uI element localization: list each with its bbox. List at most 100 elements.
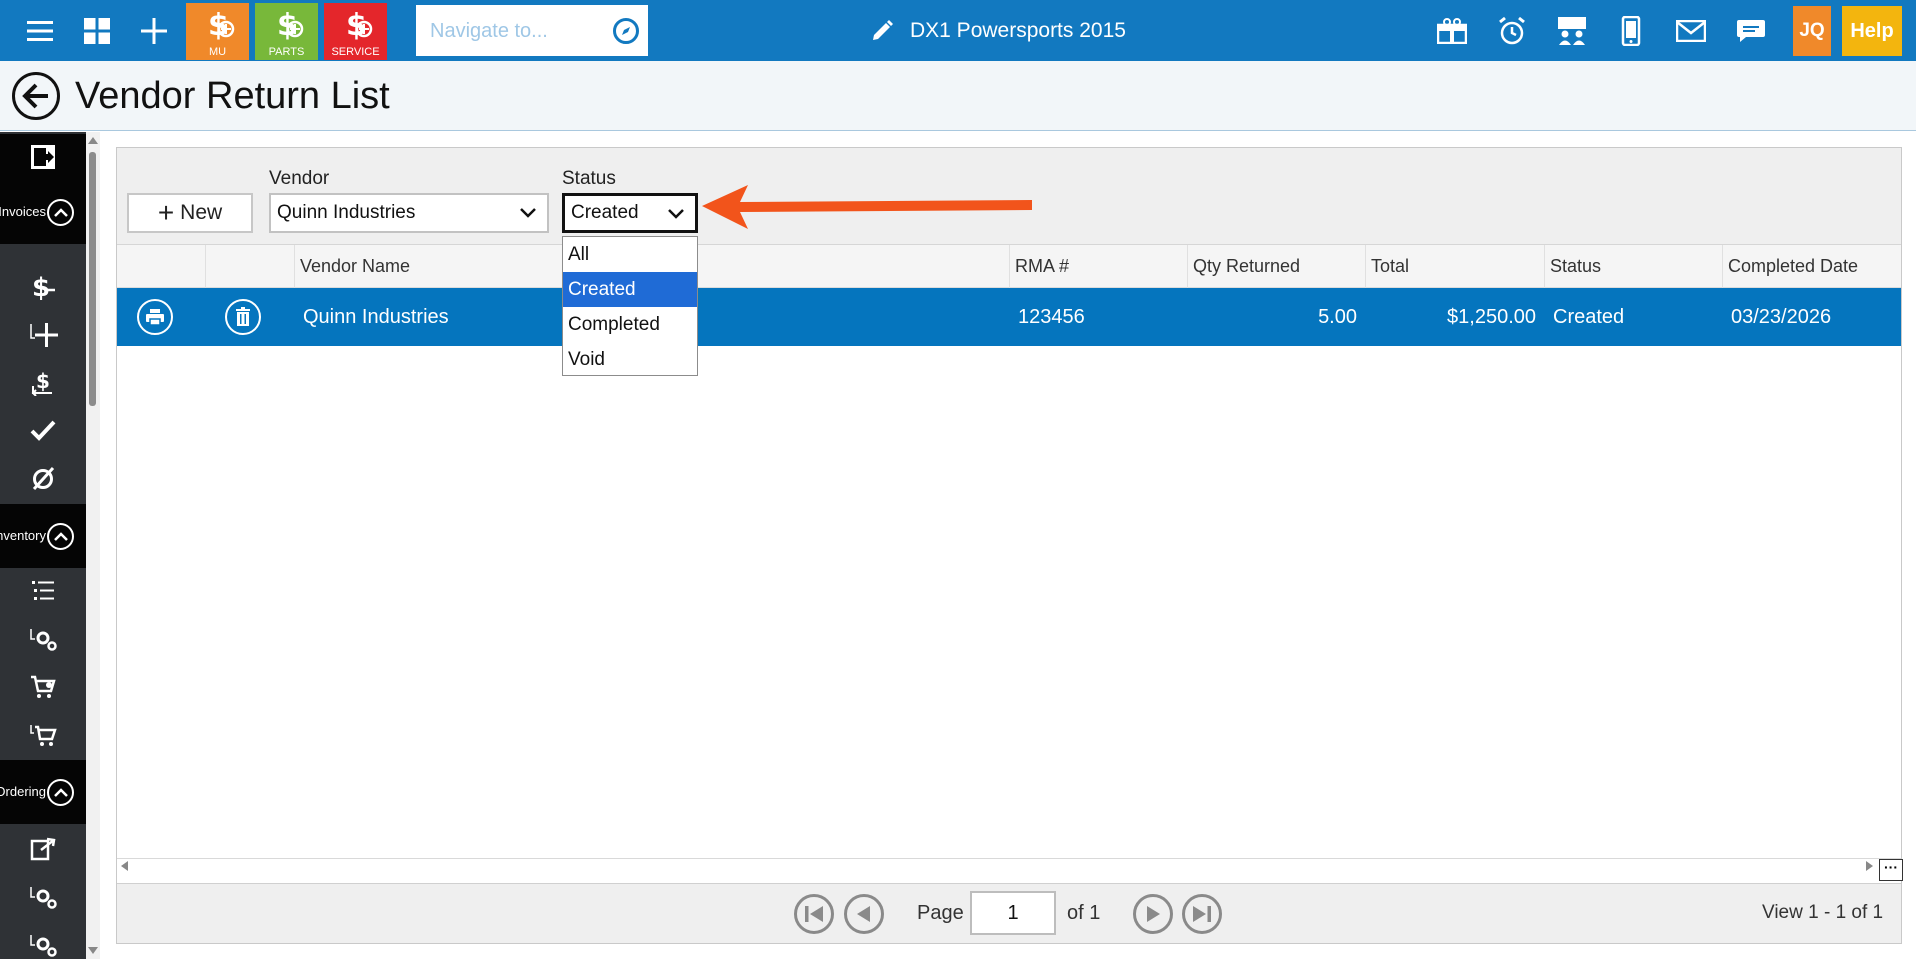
filter-bar: + New Vendor Quinn Industries Status Cre… <box>117 148 1901 245</box>
chat-icon[interactable] <box>1723 0 1779 61</box>
status-option-completed[interactable]: Completed <box>563 307 697 342</box>
column-header-delete <box>205 245 294 288</box>
mail-icon[interactable] <box>1663 0 1719 61</box>
vendor-select[interactable]: Quinn Industries <box>269 193 549 233</box>
column-header-qty-returned[interactable]: Qty Returned <box>1187 245 1365 288</box>
horizontal-scrollbar[interactable] <box>117 858 1901 873</box>
page-of-label: of 1 <box>1067 902 1101 924</box>
dollar-add-icon: $ <box>346 8 373 43</box>
quick-parts-button[interactable]: $ PARTS <box>255 3 318 60</box>
chevron-down-icon <box>668 209 684 219</box>
page-label: Page <box>917 902 964 924</box>
navigate-box <box>414 3 650 58</box>
column-header-rma[interactable]: RMA # <box>1009 245 1187 288</box>
next-page-icon <box>1147 906 1160 922</box>
quick-service-label: SERVICE <box>331 46 380 58</box>
chevron-up-icon <box>47 523 74 550</box>
plus-icon: + <box>157 197 175 228</box>
column-header-print <box>117 245 205 288</box>
new-button-label: New <box>180 201 223 224</box>
dealer-title[interactable]: DX1 Powersports 2015 <box>870 16 1126 46</box>
sidebar-inventory-cart-settings-icon[interactable] <box>0 712 86 758</box>
presentation-users-icon[interactable] <box>1544 0 1600 61</box>
vendor-return-panel: + New Vendor Quinn Industries Status Cre… <box>116 147 1903 944</box>
status-option-void[interactable]: Void <box>563 342 697 377</box>
scroll-right-arrow-icon[interactable] <box>1866 861 1873 871</box>
cell-total: $1,250.00 <box>1447 306 1536 328</box>
sidebar-exit-icon[interactable] <box>0 134 86 180</box>
status-select[interactable]: Created <box>562 193 698 233</box>
help-label: Help <box>1850 19 1894 42</box>
first-page-icon <box>805 906 823 922</box>
sidebar-complete-check-icon[interactable] <box>0 407 86 453</box>
trash-icon[interactable] <box>225 299 261 335</box>
sidebar-section-ordering[interactable]: Ordering <box>0 760 86 824</box>
column-header-completed-date[interactable]: Completed Date <box>1722 245 1901 288</box>
status-select-value: Created <box>571 202 639 223</box>
quick-mu-button[interactable]: $ MU <box>186 3 249 60</box>
print-icon[interactable] <box>137 299 173 335</box>
previous-page-icon <box>857 906 870 922</box>
sidebar-section-label: Ordering <box>0 784 46 799</box>
sidebar-ordering-export-icon[interactable] <box>0 826 86 872</box>
next-page-button[interactable] <box>1133 894 1173 934</box>
alarm-clock-icon[interactable] <box>1484 0 1540 61</box>
new-button[interactable]: + New <box>127 193 253 233</box>
sidebar-invoice-return-icon[interactable]: $ <box>0 359 86 405</box>
scroll-up-arrow-icon[interactable] <box>88 137 98 144</box>
sidebar: Invoices $ $ Inventory Ordering <box>0 132 86 959</box>
quick-mu-label: MU <box>208 46 227 58</box>
sidebar-section-inventory[interactable]: Inventory <box>0 504 86 568</box>
mobile-phone-icon[interactable] <box>1603 0 1659 61</box>
status-option-all[interactable]: All <box>563 237 697 272</box>
compass-icon[interactable] <box>612 17 640 45</box>
svg-text:$: $ <box>32 273 50 300</box>
sidebar-add-invoice-icon[interactable] <box>0 311 86 357</box>
gift-icon[interactable] <box>1424 0 1480 61</box>
column-header-total[interactable]: Total <box>1365 245 1544 288</box>
dealer-name: DX1 Powersports 2015 <box>910 19 1126 42</box>
first-page-button[interactable] <box>794 894 834 934</box>
page-title: Vendor Return List <box>75 75 390 117</box>
dollar-add-icon: $ <box>208 8 235 43</box>
scroll-down-arrow-icon[interactable] <box>88 947 98 954</box>
quick-service-button[interactable]: $ SERVICE <box>324 3 387 60</box>
sidebar-ordering-settings-icon[interactable] <box>0 874 86 920</box>
scroll-left-arrow-icon[interactable] <box>121 861 128 871</box>
dashboard-grid-icon[interactable] <box>69 0 125 61</box>
sidebar-invoice-dollar-icon[interactable]: $ <box>0 263 86 309</box>
column-header-status[interactable]: Status <box>1544 245 1722 288</box>
sidebar-section-label: Inventory <box>0 528 46 543</box>
cell-status: Created <box>1553 306 1625 328</box>
previous-page-button[interactable] <box>844 894 884 934</box>
sidebar-section-invoices[interactable]: Invoices <box>0 180 86 244</box>
chevron-up-icon <box>47 199 74 226</box>
sidebar-void-icon[interactable] <box>0 455 86 501</box>
view-count: View 1 - 1 of 1 <box>1762 902 1884 923</box>
hamburger-menu-icon[interactable] <box>12 0 68 61</box>
user-avatar[interactable]: JQ <box>1793 6 1831 56</box>
table-row[interactable]: Quinn Industries 123456 5.00 $1,250.00 C… <box>117 288 1901 346</box>
title-bar: Vendor Return List <box>0 61 1916 131</box>
sidebar-inventory-list-icon[interactable] <box>0 568 86 614</box>
top-bar: $ MU $ PARTS $ SERVICE DX1 Powersports 2… <box>0 0 1916 61</box>
back-button[interactable] <box>12 72 60 120</box>
status-option-created[interactable]: Created <box>563 272 697 307</box>
last-page-button[interactable] <box>1182 894 1222 934</box>
vendor-select-value: Quinn Industries <box>277 202 416 223</box>
more-options-button[interactable]: ··· <box>1879 859 1903 881</box>
status-label: Status <box>562 168 616 189</box>
cell-qty-returned: 5.00 <box>1318 306 1357 328</box>
add-icon[interactable] <box>126 0 182 61</box>
sidebar-inventory-cart-icon[interactable] <box>0 664 86 710</box>
sidebar-ordering-settings-2-icon[interactable] <box>0 922 86 968</box>
pencil-icon <box>873 20 893 40</box>
user-initials: JQ <box>1799 20 1825 41</box>
navigate-input[interactable] <box>430 15 610 47</box>
sidebar-section-label: Invoices <box>0 204 46 219</box>
help-button[interactable]: Help <box>1842 6 1902 56</box>
sidebar-scrollbar-thumb[interactable] <box>89 152 96 406</box>
chevron-down-icon <box>520 208 536 218</box>
sidebar-inventory-settings-icon[interactable] <box>0 616 86 662</box>
page-number-input[interactable] <box>970 891 1056 935</box>
